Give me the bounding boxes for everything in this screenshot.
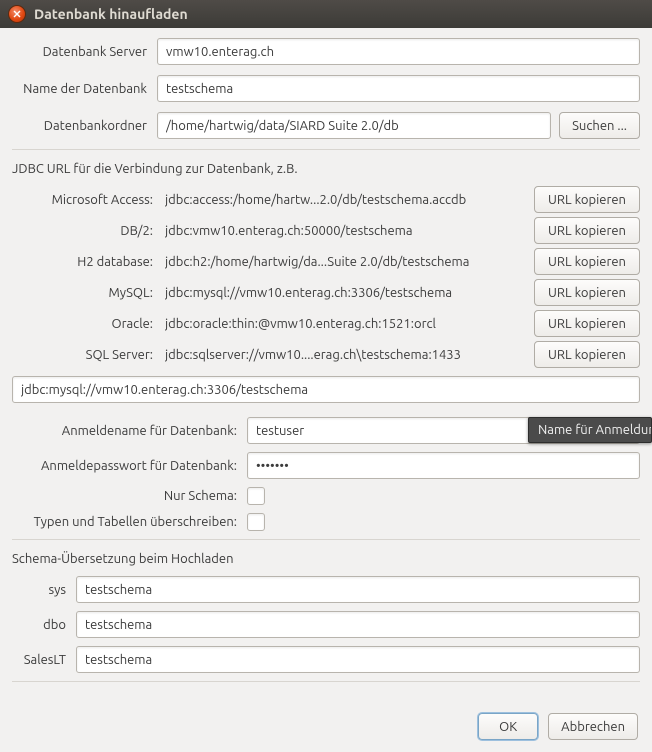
schema-map-input-saleslt[interactable] [76,646,640,673]
ok-button[interactable]: OK [478,713,538,740]
cancel-button[interactable]: Abbrechen [548,713,638,740]
jdbc-label-db2: DB/2: [12,224,157,238]
auth-user-label: Anmeldename für Datenbank: [12,424,247,438]
copy-url-button-mysql[interactable]: URL kopieren [534,279,640,306]
window-title: Datenbank hinaufladen [34,6,188,22]
auth-pass-input[interactable] [247,452,640,479]
window-close-button[interactable] [8,5,26,23]
jdbc-label-sqlserver: SQL Server: [12,348,157,362]
copy-url-button-msaccess[interactable]: URL kopieren [534,186,640,213]
db-server-input[interactable] [157,38,640,65]
jdbc-label-mysql: MySQL: [12,286,157,300]
jdbc-value-sqlserver: jdbc:sqlserver://vmw10....erag.ch\testsc… [165,348,526,362]
copy-url-button-oracle[interactable]: URL kopieren [534,310,640,337]
schema-only-label: Nur Schema: [12,489,247,503]
jdbc-label-oracle: Oracle: [12,317,157,331]
jdbc-value-h2: jdbc:h2:/home/hartwig/da...Suite 2.0/db/… [165,255,526,269]
overwrite-checkbox[interactable] [247,513,265,531]
copy-url-button-sqlserver[interactable]: URL kopieren [534,341,640,368]
overwrite-label: Typen und Tabellen überschreiben: [12,515,247,529]
schema-map-input-dbo[interactable] [76,611,640,638]
jdbc-url-input[interactable] [12,376,640,403]
db-server-label: Datenbank Server [12,45,157,59]
jdbc-label-msaccess: Microsoft Access: [12,193,157,207]
tooltip: Name für Anmeldung b [528,417,652,443]
schema-map-input-sys[interactable] [76,576,640,603]
jdbc-value-oracle: jdbc:oracle:thin:@vmw10.enterag.ch:1521:… [165,317,526,331]
mapping-heading: Schema-Übersetzung beim Hochladen [12,552,640,566]
schema-map-label-saleslt: SalesLT [12,653,76,667]
divider [12,681,640,682]
search-button[interactable]: Suchen ... [559,112,640,139]
jdbc-value-db2: jdbc:vmw10.enterag.ch:50000/testschema [165,224,526,238]
divider [12,149,640,150]
auth-pass-label: Anmeldepasswort für Datenbank: [12,459,247,473]
jdbc-value-mysql: jdbc:mysql://vmw10.enterag.ch:3306/tests… [165,286,526,300]
schema-map-label-dbo: dbo [12,618,76,632]
window-titlebar: Datenbank hinaufladen [0,0,652,28]
db-folder-input[interactable] [157,112,551,139]
copy-url-button-db2[interactable]: URL kopieren [534,217,640,244]
close-icon [12,9,22,19]
schema-only-checkbox[interactable] [247,487,265,505]
divider [12,539,640,540]
jdbc-label-h2: H2 database: [12,255,157,269]
db-name-label: Name der Datenbank [12,82,157,96]
db-name-input[interactable] [157,75,640,102]
jdbc-heading: JDBC URL für die Verbindung zur Datenban… [12,162,640,176]
copy-url-button-h2[interactable]: URL kopieren [534,248,640,275]
db-folder-label: Datenbankordner [12,119,157,133]
schema-map-label-sys: sys [12,583,76,597]
jdbc-value-msaccess: jdbc:access:/home/hartw...2.0/db/testsch… [165,193,526,207]
